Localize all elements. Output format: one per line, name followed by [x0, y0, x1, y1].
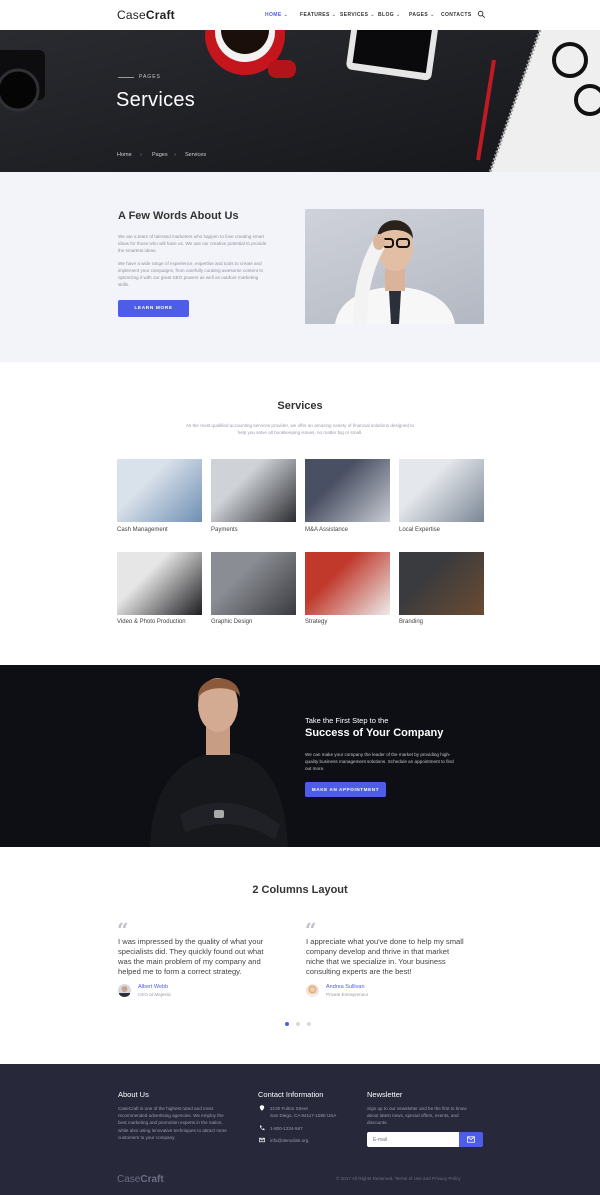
footer-newsletter-text: Sign up to our newsletter and be the fir…	[367, 1106, 467, 1126]
nav-features[interactable]: FEATURES ⌄	[300, 12, 336, 18]
nav-pages[interactable]: PAGES ⌄	[409, 12, 435, 18]
chevron-down-icon: ⌄	[430, 12, 435, 18]
testimonial-quote: I appreciate what you've done to help my…	[306, 937, 464, 976]
testimonials-section: 2 Columns Layout “ I was impressed by th…	[0, 847, 600, 1064]
services-title: Services	[277, 400, 323, 412]
breadcrumb-current: Services	[185, 152, 207, 158]
cta-title: Success of Your Company	[305, 727, 444, 739]
cta-paragraph: We can make your company the leader of t…	[305, 752, 454, 771]
newsletter-submit-button[interactable]	[459, 1132, 483, 1147]
service-label[interactable]: Cash Management	[117, 527, 168, 533]
footer-newsletter-title: Newsletter	[367, 1090, 403, 1099]
carousel-dot[interactable]	[296, 1022, 300, 1026]
service-image-payments[interactable]	[211, 459, 296, 522]
service-label[interactable]: Local Expertise	[399, 527, 440, 533]
mail-icon	[259, 1137, 265, 1143]
service-image-local-expertise[interactable]	[399, 459, 484, 522]
breadcrumb-separator: ›	[140, 152, 142, 158]
about-section: A Few Words About Us We are a team of ta…	[0, 172, 600, 362]
about-title: A Few Words About Us	[118, 210, 239, 222]
testimonials-title: 2 Columns Layout	[252, 884, 348, 896]
footer-copyright: © 2017 All Rights Reserved. Terms of Use…	[336, 1176, 461, 1181]
breadcrumb-home[interactable]: Home	[117, 152, 132, 158]
about-paragraph: We are a team of talented marketers who …	[118, 234, 267, 253]
testimonial-author-role: CEO at Majestic	[138, 992, 172, 997]
nav-home[interactable]: HOME ⌄	[265, 12, 288, 18]
site-header: CaseCraft HOME ⌄ FEATURES ⌄ SERVICES ⌄ BLOG…	[0, 0, 600, 30]
service-image-video-photo[interactable]	[117, 552, 202, 615]
chevron-down-icon: ⌄	[283, 12, 289, 18]
learn-more-button[interactable]: LEARN MORE	[118, 300, 189, 317]
about-photo	[305, 209, 484, 324]
logo[interactable]: CaseCraft	[117, 8, 175, 22]
chevron-down-icon: ⌄	[396, 12, 401, 18]
nav-blog[interactable]: BLOG ⌄	[378, 12, 401, 18]
carousel-dot[interactable]	[307, 1022, 311, 1026]
footer-logo[interactable]: CaseCraft	[117, 1174, 164, 1185]
page-title: Services	[116, 89, 196, 111]
about-paragraph: We have a wide range of experience, expe…	[118, 261, 264, 287]
service-image-graphic-design[interactable]	[211, 552, 296, 615]
service-image-strategy[interactable]	[305, 552, 390, 615]
hero-background-image	[0, 30, 600, 172]
service-image-ma-assistance[interactable]	[305, 459, 390, 522]
breadcrumb-separator: ›	[174, 152, 176, 158]
make-appointment-button[interactable]: MAKE AN APPOINTMENT	[305, 782, 386, 797]
service-label[interactable]: Branding	[399, 619, 423, 625]
newsletter-email-input[interactable]: E-mail	[367, 1132, 459, 1147]
service-label[interactable]: Payments	[211, 527, 238, 533]
footer-about-text: CaseCraft is one of the highest rated an…	[118, 1106, 227, 1140]
footer-about-title: About Us	[118, 1090, 149, 1099]
nav-services[interactable]: SERVICES ⌄	[340, 12, 375, 18]
service-label[interactable]: M&A Assistance	[305, 527, 348, 533]
service-label[interactable]: Strategy	[305, 619, 327, 625]
services-subtitle: As the most qualified accounting service…	[185, 423, 415, 435]
carousel-dot[interactable]	[285, 1022, 289, 1026]
service-label[interactable]: Graphic Design	[211, 619, 252, 625]
page-hero: PAGES Services Home › Pages › Services	[0, 30, 600, 172]
service-image-branding[interactable]	[399, 552, 484, 615]
testimonial-author-name[interactable]: Albert Webb	[138, 984, 168, 990]
search-icon[interactable]	[477, 10, 486, 19]
service-label[interactable]: Video & Photo Production	[117, 619, 186, 625]
testimonial-quote: I was impressed by the quality of what y…	[118, 937, 264, 976]
cta-person-photo	[150, 678, 288, 847]
cta-section: Take the First Step to the Success of Yo…	[0, 665, 600, 847]
hero-kicker-rule	[118, 77, 134, 78]
service-image-cash-management[interactable]	[117, 459, 202, 522]
phone-icon	[259, 1125, 265, 1131]
location-pin-icon	[259, 1105, 265, 1111]
site-footer: About Us CaseCraft is one of the highest…	[0, 1064, 600, 1195]
footer-email[interactable]: info@demolink.org	[270, 1137, 308, 1144]
breadcrumb-pages[interactable]: Pages	[152, 152, 168, 158]
footer-address-line: San Diego, CA 94117-1080 USA	[270, 1113, 337, 1118]
testimonial-author-role: Private Entrepreneur	[326, 992, 369, 997]
avatar	[306, 984, 319, 997]
hero-kicker: PAGES	[139, 74, 161, 80]
mail-icon	[467, 1136, 475, 1143]
avatar	[118, 984, 131, 997]
cta-kicker: Take the First Step to the	[305, 716, 389, 725]
chevron-down-icon: ⌄	[370, 12, 375, 18]
footer-phone[interactable]: 1-800-1234-567	[270, 1125, 303, 1132]
testimonial-author-name[interactable]: Andrea Sullivan	[326, 984, 365, 990]
footer-contact-title: Contact Information	[258, 1090, 324, 1099]
nav-contacts[interactable]: CONTACTS	[441, 12, 472, 18]
chevron-down-icon: ⌄	[331, 12, 337, 18]
services-section: Services As the most qualified accountin…	[0, 362, 600, 665]
